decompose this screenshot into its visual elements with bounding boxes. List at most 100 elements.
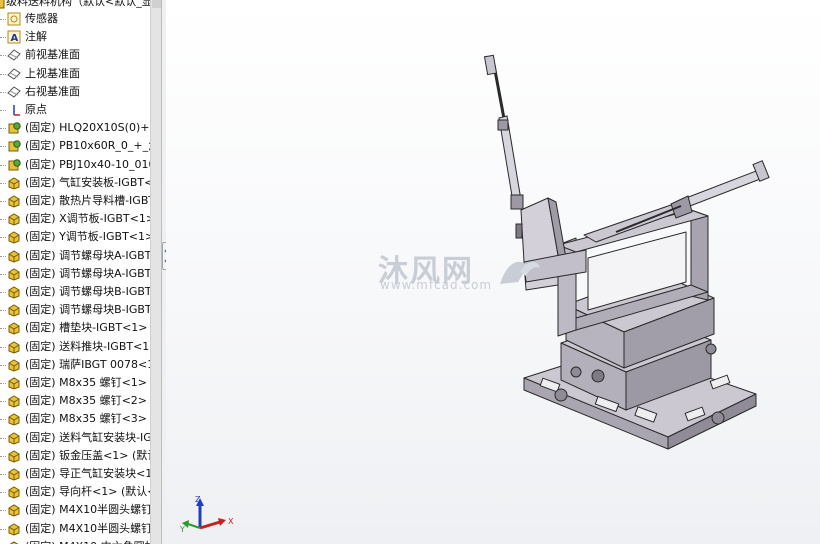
tree-item-label: 原点 [25, 101, 47, 119]
tree-item-label: (固定) M8x35 螺钉<3> ( [25, 410, 150, 428]
tree-item-name: 调节螺母块B-IGBT [55, 303, 150, 317]
tree-item[interactable]: (固定) M4X10半圆头螺钉 [0, 501, 150, 519]
tree-item[interactable]: (固定) 送料气缸安装块-IG [0, 429, 150, 447]
tree-item-name: M8x35 螺钉<1> ( [55, 376, 150, 389]
tree-item[interactable]: (固定) 槽垫块-IGBT<1> ( [0, 319, 150, 337]
part-icon [8, 504, 20, 517]
tree-item-label: (固定) 导正气缸安装块<1 [25, 465, 150, 483]
tree-item-name: PBJ10x40-10_010 [55, 157, 150, 171]
tree-item[interactable]: (固定) 调节螺母块B-IGBT [0, 283, 150, 301]
tree-connector [0, 164, 6, 166]
tree-item-name: 气缸安装板-IGBT< [55, 175, 150, 189]
tree-item[interactable]: 传感器 [0, 10, 150, 28]
tree-item[interactable]: (固定) 导正气缸安装块<1 [0, 465, 150, 483]
tree-connector [0, 328, 6, 330]
tree-item-label: (固定) 瑞萨IBGT 0078<1 [25, 356, 150, 374]
tree-item-name: X调节板-IGBT<1> [55, 212, 150, 226]
tree-item[interactable]: 上视基准面 [0, 65, 150, 83]
tree-item[interactable]: (固定) HLQ20X10S(0)+() [0, 119, 150, 137]
tree-item-name: 调节螺母块B-IGBT [55, 285, 150, 298]
tree-item-name: HLQ20X10S(0)+() [55, 121, 150, 135]
tree-item[interactable]: (固定) 瑞萨IBGT 0078<1 [0, 356, 150, 374]
tree-item[interactable]: A 注解 [0, 28, 150, 46]
tree-item[interactable]: (固定) 钣金压盖<1> (默认 [0, 447, 150, 465]
tree-connector [0, 455, 6, 457]
tree-item[interactable]: (固定) M8x35 螺钉<2> ( [0, 392, 150, 410]
tree-item-label: 右视基准面 [25, 83, 80, 101]
tree-item[interactable]: (固定) Y调节板-IGBT<1> [0, 228, 150, 246]
tree-item-label: 传感器 [25, 10, 58, 28]
tree-item-state: (固定) [25, 376, 56, 389]
part-icon [8, 322, 20, 335]
tree-item-label: (固定) PBJ10x40-10_010 [25, 156, 150, 174]
tree-item[interactable]: (固定) 调节螺母块A-IGBT [0, 265, 150, 283]
tree-item[interactable]: 右视基准面 [0, 83, 150, 101]
tree-connector [0, 201, 6, 202]
tree-item-state: (固定) [25, 230, 56, 244]
tree-item[interactable]: (固定) 散热片导料槽-IGBT [0, 192, 150, 210]
annotation-icon: A [7, 30, 21, 44]
plane-icon [7, 49, 21, 62]
part-icon [8, 468, 20, 481]
cad-model[interactable] [166, 0, 820, 544]
tree-connector [0, 492, 6, 494]
tree-item-label: (固定) 气缸安装板-IGBT< [25, 174, 150, 192]
tree-item[interactable]: (固定) 调节螺母块A-IGBT [0, 247, 150, 265]
tree-item-label: 前视基准面 [25, 46, 80, 64]
tree-item-state: (固定) [25, 430, 56, 444]
tree-connector [0, 55, 6, 57]
tree-item-name: 传感器 [25, 12, 58, 25]
tree-item-state: (固定) [25, 175, 56, 189]
graphics-viewport[interactable]: 沐风网 www.mfcad.com Z X Y [166, 0, 820, 544]
tree-item[interactable]: (固定) M8x35 螺钉<1> ( [0, 374, 150, 392]
tree-item-state: (固定) [25, 285, 56, 298]
tree-item-label: (固定) HLQ20X10S(0)+() [25, 119, 150, 137]
tree-item-label: (固定) 钣金压盖<1> (默认 [25, 447, 150, 465]
tree-item[interactable]: 原点 [0, 101, 150, 119]
assembly-part-icon [8, 122, 21, 134]
tree-item[interactable]: (固定) M4X10半圆头螺钉 [0, 520, 150, 538]
tree-connector [0, 510, 6, 512]
tree-connector [0, 182, 6, 184]
assembly-part-icon [8, 140, 21, 152]
tree-item[interactable]: (固定) M4X10 内六角圆柱 [0, 538, 150, 544]
tree-item-state: (固定) [25, 467, 56, 480]
tree-connector [0, 419, 6, 421]
tree-item[interactable]: (固定) 导向杆<1> (默认< [0, 483, 150, 501]
tree-item[interactable]: (固定) 气缸安装板-IGBT< [0, 174, 150, 192]
tree-connector [0, 528, 6, 530]
tree-item-label: 上视基准面 [25, 65, 80, 83]
tree-item-state: (固定) [25, 212, 56, 226]
plane-icon [7, 86, 21, 98]
tree-item-label: (固定) X调节板-IGBT<1> [25, 210, 150, 228]
tree-item[interactable]: (固定) 调节螺母块B-IGBT [0, 301, 150, 319]
scroll-up-arrow[interactable] [152, 0, 161, 8]
tree-item-name: M4X10 内六角圆柱 [56, 540, 150, 544]
part-icon [8, 231, 20, 244]
tree-item-state: (固定) [25, 139, 56, 153]
tree-item-state: (固定) [25, 121, 56, 135]
tree-connector [0, 219, 6, 221]
tree-connector [0, 73, 6, 75]
coordinate-triad: Z X Y [180, 495, 234, 534]
tree-connector [0, 91, 6, 93]
tree-item[interactable]: 前视基准面 [0, 46, 150, 64]
tree-item[interactable]: (固定) X调节板-IGBT<1> [0, 210, 150, 228]
tree-item-name: 送料气缸安装块-IG [55, 430, 150, 444]
tree-item[interactable]: (固定) M8x35 螺钉<3> ( [0, 410, 150, 428]
tree-connector [0, 401, 6, 403]
part-icon [8, 413, 20, 426]
tree-item-state: (固定) [25, 448, 56, 462]
part-icon [8, 377, 20, 390]
tree-item[interactable]: (固定) 送料推块-IGBT<1: [0, 338, 150, 356]
part-icon [8, 450, 20, 463]
tree-item-label: 注解 [25, 28, 47, 46]
part-icon [8, 523, 20, 536]
watermark-url: www.mfcad.com [380, 278, 493, 292]
origin-icon [13, 105, 20, 116]
tree-item-state: (固定) [25, 339, 56, 353]
tree-item[interactable]: (固定) PB10x60R_0_+_角 [0, 137, 150, 155]
tree-item-name: M8x35 螺钉<2> ( [55, 394, 150, 408]
feature-manager-tree: 级料送料机构（默认<默认_显 传感器 A 注解 前视基准面 上视基准面 右视基准面 原点 (固… [0, 0, 150, 544]
tree-item[interactable]: (固定) PBJ10x40-10_010 [0, 156, 150, 174]
